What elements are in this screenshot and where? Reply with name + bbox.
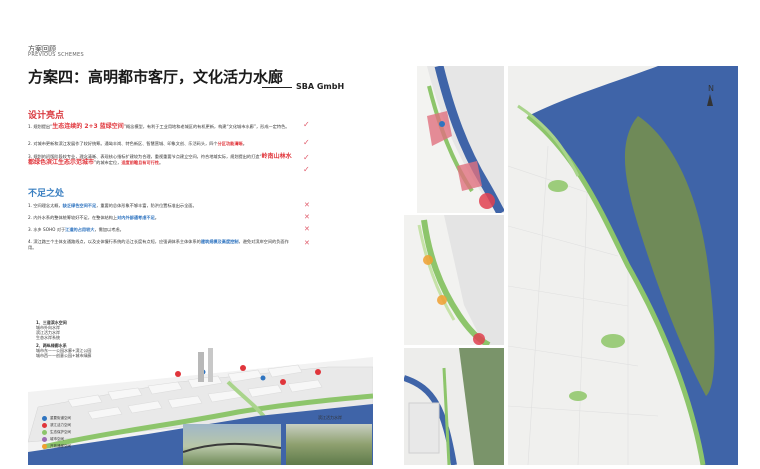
shortcoming-1-emphasis: 缺乏绿色空间不足 <box>62 203 97 208</box>
map-thumbnail-3 <box>404 348 504 465</box>
shortcoming-3-text: 3. 水乡 SOHO 对于 <box>28 227 66 232</box>
shortcoming-1-text: 1. 空间理念太概， <box>28 203 63 208</box>
legend-swatch <box>42 443 47 449</box>
highlight-2-text-end: 。 <box>242 141 247 146</box>
svg-text:N: N <box>708 84 714 93</box>
shortcoming-item-1: 1. 空间理念太概，缺乏绿色空间不足，重要的总体形象不够丰富，防洪位置标准出示全… <box>28 203 296 209</box>
photo-bridge <box>182 424 282 465</box>
photo-wetland <box>286 424 372 465</box>
shortcoming-2-emphasis: 对内外部通考虑不足 <box>117 215 155 220</box>
legend-swatch <box>42 436 47 442</box>
map-thumbnail-2 <box>404 215 504 345</box>
axon-annotation-2: 2、两纵绿廊水系 城市东——公园水廊+滨江公园 城市西——创意公园+城市绿廊 <box>36 343 91 358</box>
highlight-1-emphasis: 生态连续的 2+3 蓝绿空间 <box>52 123 124 130</box>
legend-label: 开放通廊空间 <box>50 444 71 448</box>
shortcoming-2-text: 2. 内外水系的整体统筹较好不足，在整体结构上 <box>28 215 118 220</box>
legend-label: 生态保护空间 <box>50 430 71 434</box>
legend-item: 生态保护空间 <box>42 429 71 436</box>
signature-rule <box>262 87 292 88</box>
shortcoming-3-text-end: ，需加以考虑。 <box>94 227 124 232</box>
page-title: 方案四：高明都市客厅，文化活力水廊 <box>28 68 284 86</box>
legend: 重要街道空间 滨江活力空间 生态保护空间 城市空间 开放通廊空间 <box>42 415 71 450</box>
shortcoming-2-text-end: 。 <box>154 215 159 220</box>
axon-annotation-1: 1、三道滨水空间 城市外向水岸 滨江活力水岸 生态水岸系统 <box>36 320 67 340</box>
cross-icon: ✕ <box>304 225 310 233</box>
master-plan-illustration: N <box>508 66 738 465</box>
cross-icon: ✕ <box>304 213 310 221</box>
legend-swatch <box>42 422 47 428</box>
section-title-en: PREVIOUS SCHEMES <box>28 52 84 58</box>
highlight-1-text: 1. 规划提出“ <box>28 124 53 129</box>
check-icon: ✓ <box>303 165 310 174</box>
legend-swatch <box>42 415 47 421</box>
bridge-illustration <box>182 442 282 453</box>
map-2-illustration <box>417 215 504 345</box>
highlight-item-2: 2. 对城市更新和滨江发展作了较好统筹。通坳丰岗、特色新区、智慧营城、印象文创、… <box>28 141 296 147</box>
map-3-illustration <box>404 348 504 465</box>
highlight-3-text-end: 。 <box>159 160 164 165</box>
shortcoming-4-text: 4. 滨江路三个主体支通路线点，以及支体慢行系统的沿江长度有点短，应强调体系主体… <box>28 239 201 244</box>
highlight-2-emphasis: 分区功能清晰 <box>217 141 243 146</box>
shortcoming-item-2: 2. 内外水系的整体统筹较好不足，在整体结构上对内外部通考虑不足。 <box>28 215 296 221</box>
legend-item: 重要街道空间 <box>42 415 71 422</box>
map-1-illustration <box>427 66 504 213</box>
highlight-item-1: 1. 规划提出“生态连续的 2+3 蓝绿空间”概念模型，有利于工业用地和老城区的… <box>28 124 296 130</box>
highlight-1-text-end: ”概念模型，有利于工业用地和老城区的有机更新，构建“文化城市水廊”，形成一定特色… <box>123 124 290 129</box>
legend-item: 城市空间 <box>42 436 71 443</box>
highlight-item-3: 3. 规划的初版阶段较专业，理念清晰、表现核心指标扩建较为合理，重视重要节点建立… <box>28 154 296 166</box>
shortcoming-1-text-end: ，重要的总体形象不够丰富，防洪位置标准出示全面。 <box>96 203 197 208</box>
check-icon: ✓ <box>303 120 310 129</box>
photo-caption: 滨江活力水岸 <box>318 415 342 420</box>
map-thumbnail-1 <box>417 66 504 213</box>
highlight-2-text: 2. 对城市更新和滨江发展作了较好统筹。通坳丰岗、特色新区、智慧营城、印象文创、… <box>28 141 218 146</box>
shortcoming-4-emphasis: 建筑规模及高度控制 <box>200 239 239 244</box>
axon-sub-1c: 生态水岸系统 <box>36 335 60 340</box>
highlight-3-text-mid: ”的城市定位， <box>94 160 122 165</box>
shortcoming-item-4: 4. 滨江路三个主体支通路线点，以及支体慢行系统的沿江长度有点短，应强调体系主体… <box>28 239 296 251</box>
legend-label: 城市空间 <box>50 437 64 441</box>
legend-label: 滨江活力空间 <box>50 423 71 427</box>
axon-sub-2b: 城市西——创意公园+城市绿廊 <box>36 353 92 358</box>
cross-icon: ✕ <box>304 239 310 247</box>
shortcoming-3-emphasis: 江道的占用较大 <box>65 227 95 232</box>
master-plan-map: N <box>508 66 738 465</box>
cross-icon: ✕ <box>304 201 310 209</box>
shortcomings-heading: 不足之处 <box>28 189 65 199</box>
signature: SBA GmbH <box>296 82 345 91</box>
highlight-3-emphasis-2: 适度前瞻且有可行性 <box>121 160 160 165</box>
legend-item: 开放通廊空间 <box>42 443 71 450</box>
check-icon: ✓ <box>303 153 310 162</box>
check-icon: ✓ <box>303 138 310 147</box>
shortcoming-item-3: 3. 水乡 SOHO 对于江道的占用较大，需加以考虑。 <box>28 227 296 233</box>
highlights-heading: 设计亮点 <box>28 111 65 121</box>
legend-swatch <box>42 429 47 435</box>
legend-label: 重要街道空间 <box>50 416 71 420</box>
legend-item: 滨江活力空间 <box>42 422 71 429</box>
